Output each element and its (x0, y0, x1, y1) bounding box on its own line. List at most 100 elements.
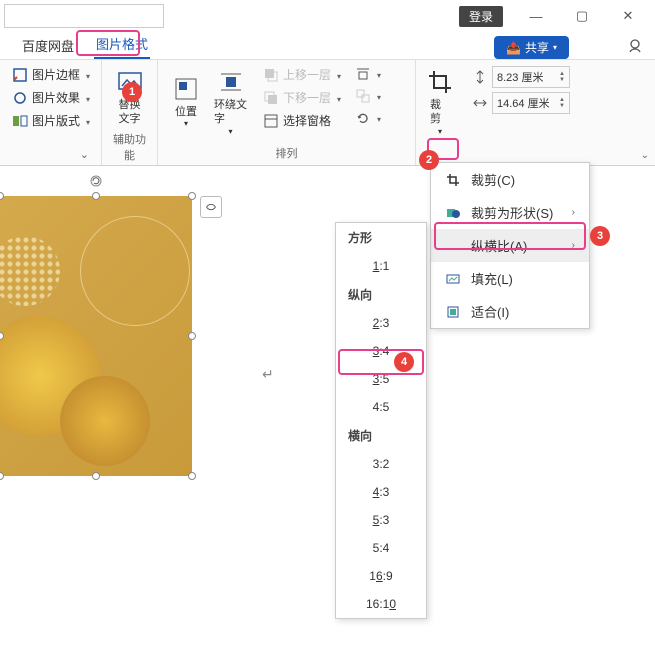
fill-label: 填充(L) (471, 269, 513, 288)
position-button[interactable]: 位置 ▾ (166, 64, 206, 141)
size-group: 8.23 厘米 ▲▼ 14.64 厘米 ▲▼ (464, 60, 578, 165)
titlebar: 登录 — ▢ ✕ (0, 0, 655, 32)
layout-icon (12, 113, 28, 129)
login-button[interactable]: 登录 (459, 6, 503, 27)
rotate-handle[interactable] (89, 174, 103, 188)
crop-icon (426, 68, 454, 96)
aspect-5-3[interactable]: 5:3 (336, 506, 426, 534)
crop-menu: 裁剪(C) 裁剪为形状(S) › 纵横比(A) › 填充(L) 适合(I) (430, 162, 590, 329)
maximize-button[interactable]: ▢ (559, 0, 605, 32)
backward-icon (263, 90, 279, 106)
border-label: 图片边框 (32, 66, 80, 83)
share-icon: 📤 (506, 41, 521, 55)
group-button[interactable] (351, 86, 385, 106)
pane-icon (263, 113, 279, 129)
crop-menu-fit[interactable]: 适合(I) (431, 295, 589, 328)
effects-icon (12, 90, 28, 106)
minimize-button[interactable]: — (513, 0, 559, 32)
width-input[interactable]: 14.64 厘米 ▲▼ (492, 92, 570, 114)
aspect-16-10[interactable]: 16:10 (336, 590, 426, 618)
doc-title-input[interactable] (4, 4, 164, 28)
callout-4: 4 (394, 352, 414, 372)
height-value: 8.23 厘米 (497, 69, 543, 85)
wrap-text-button[interactable]: 环绕文 字 ▾ (208, 64, 253, 141)
alttext-label: 替换 文字 (119, 98, 141, 127)
crop-label: 裁剪(C) (471, 170, 515, 189)
aspect-header-landscape: 横向 (336, 421, 426, 450)
tab-picture-format[interactable]: 图片格式 (94, 30, 150, 59)
shape-icon (445, 205, 461, 221)
layout-options-button[interactable] (200, 196, 222, 218)
align-button[interactable] (351, 64, 385, 84)
tab-baidu[interactable]: 百度网盘 (20, 32, 76, 59)
share-label: 共享 (525, 39, 549, 56)
aspect-header-portrait: 纵向 (336, 280, 426, 309)
effects-label: 图片效果 (32, 89, 80, 106)
ribbon-collapse-icon[interactable]: ⌄ (641, 150, 649, 161)
crop-menu-crop[interactable]: 裁剪(C) (431, 163, 589, 196)
picture-layout-button[interactable]: 图片版式 (8, 110, 93, 131)
position-icon (172, 75, 200, 103)
aspect-header-square: 方形 (336, 223, 426, 252)
position-label: 位置 (175, 105, 197, 119)
group-icon (355, 88, 371, 104)
selected-image[interactable] (0, 196, 192, 476)
fit-label: 适合(I) (471, 302, 509, 321)
aspect-16-9[interactable]: 16:9 (336, 562, 426, 590)
aspect-3-2[interactable]: 3:2 (336, 450, 426, 478)
aspect-1-1[interactable]: 1:1 (336, 252, 426, 280)
chevron-right-icon: › (572, 240, 575, 251)
height-input[interactable]: 8.23 厘米 ▲▼ (492, 66, 570, 88)
width-value: 14.64 厘米 (497, 95, 550, 111)
width-icon (472, 95, 488, 111)
forward-label: 上移一层 (283, 66, 331, 83)
ribbon-tabs: 百度网盘 图片格式 📤 共享 ▾ (0, 32, 655, 60)
aspect-3-5[interactable]: 3:5 (336, 365, 426, 393)
aspect-4-5[interactable]: 4:5 (336, 393, 426, 421)
share-button[interactable]: 📤 共享 ▾ (494, 36, 569, 59)
send-backward-button[interactable]: 下移一层 (259, 87, 345, 108)
height-icon (472, 69, 488, 85)
rotate-icon (355, 110, 371, 126)
chevron-right-icon: › (572, 207, 575, 218)
width-spinner[interactable]: ▲▼ (559, 97, 565, 109)
callout-1: 1 (122, 82, 142, 102)
close-button[interactable]: ✕ (605, 0, 651, 32)
callout-2: 2 (419, 150, 439, 170)
pane-label: 选择窗格 (283, 112, 331, 129)
aspect-2-3[interactable]: 2:3 (336, 309, 426, 337)
align-icon (355, 66, 371, 82)
aspect-4-3[interactable]: 4:3 (336, 478, 426, 506)
ribbon: 图片边框 图片效果 图片版式 ⌄ 替换 文字 辅助功能 位置 ▾ (0, 60, 655, 166)
selection-pane-button[interactable]: 选择窗格 (259, 110, 345, 131)
crop-menu-aspect[interactable]: 纵横比(A) › (431, 229, 589, 262)
fit-icon (445, 304, 461, 320)
layout-label: 图片版式 (32, 112, 80, 129)
group-accessibility-label: 辅助功能 (110, 131, 149, 165)
rotate-button[interactable] (351, 108, 385, 128)
crop-icon (445, 172, 461, 188)
comments-icon[interactable] (627, 38, 643, 59)
callout-3: 3 (590, 226, 610, 246)
crop-menu-fill[interactable]: 填充(L) (431, 262, 589, 295)
crop-button[interactable]: 裁剪 ▾ (424, 64, 456, 141)
picture-effects-button[interactable]: 图片效果 (8, 87, 93, 108)
aspect-5-4[interactable]: 5:4 (336, 534, 426, 562)
paragraph-mark-icon: ↵ (262, 366, 274, 383)
picture-border-button[interactable]: 图片边框 (8, 64, 93, 85)
forward-icon (263, 67, 279, 83)
fill-icon (445, 271, 461, 287)
image-content (0, 196, 192, 476)
shape-label: 裁剪为形状(S) (471, 203, 553, 222)
backward-label: 下移一层 (283, 89, 331, 106)
wrap-icon (217, 68, 245, 96)
crop-menu-shape[interactable]: 裁剪为形状(S) › (431, 196, 589, 229)
crop-label: 裁剪 (430, 98, 450, 127)
bring-forward-button[interactable]: 上移一层 (259, 64, 345, 85)
aspect-label: 纵横比(A) (471, 236, 527, 255)
height-spinner[interactable]: ▲▼ (559, 71, 565, 83)
border-icon (12, 67, 28, 83)
aspect-ratio-menu: 方形 1:1 纵向 2:3 3:4 3:5 4:5 横向 3:2 4:3 5:3… (335, 222, 427, 619)
group-arrange-label: 排列 (166, 145, 407, 163)
wrap-label: 环绕文 字 (214, 98, 247, 127)
